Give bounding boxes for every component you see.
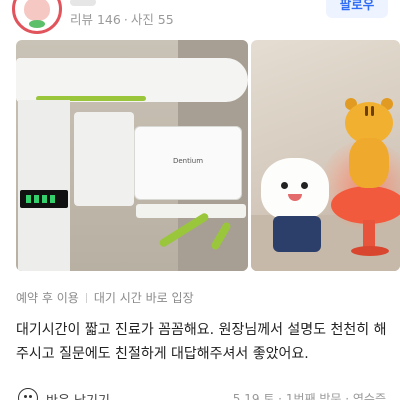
user-avatar[interactable] — [12, 0, 62, 34]
tag-reservation: 예약 후 이용 — [16, 291, 79, 305]
tiger-stripe — [365, 106, 368, 116]
scanner-sensor-box: Dentium — [134, 126, 242, 200]
meta-separator: · — [123, 12, 128, 27]
follow-button[interactable]: 팔로우 — [326, 0, 388, 18]
tooth-character-icon — [24, 0, 50, 21]
blurred-nickname — [70, 0, 96, 6]
tag-divider — [85, 293, 87, 303]
scanner-chin-rest — [136, 204, 246, 218]
visit-info: 5.19.토 · 1번째 방문 · 영수증 — [232, 392, 386, 400]
scanner-head-unit — [74, 112, 134, 206]
review-tags: 예약 후 이용 대기 시간 바로 입장 — [16, 289, 194, 306]
user-meta: 리뷰 146 · 사진 55 — [70, 9, 174, 28]
scanner-brand-text: Dentium — [172, 157, 204, 165]
tooth-plush-toy — [261, 158, 329, 220]
tiger-stripe — [371, 106, 374, 116]
toy-mouth — [288, 194, 302, 201]
tooth-toy-outfit — [273, 216, 321, 252]
review-count: 리뷰 146 — [70, 12, 121, 27]
tiger-body — [349, 138, 389, 188]
review-header: 리뷰 146 · 사진 55 팔로우 — [0, 0, 400, 36]
red-lamp-base — [351, 246, 389, 256]
tag-wait-time: 대기 시간 바로 입장 — [93, 291, 194, 305]
toy-eye — [301, 182, 308, 189]
toy-eye — [281, 182, 288, 189]
tooth-and-tiger-toy-photo[interactable] — [251, 40, 400, 271]
scanner-column — [18, 100, 70, 271]
leave-reaction-button[interactable]: 반응 남기기 — [46, 390, 110, 400]
review-body-text: 대기시간이 짧고 진료가 꼼꼼해요. 원장님께서 설명도 천천히 해주시고 질문… — [16, 322, 387, 362]
smile-icon[interactable] — [18, 388, 38, 400]
scanner-display — [20, 190, 68, 208]
tiger-plush-toy — [343, 98, 395, 192]
review-footer: 반응 남기기 5.19.토 · 1번째 방문 · 영수증 — [0, 386, 400, 400]
leaf-icon — [29, 20, 45, 28]
photo-count: 사진 55 — [130, 12, 174, 27]
dental-xray-machine-photo[interactable]: Dentium — [16, 40, 248, 271]
